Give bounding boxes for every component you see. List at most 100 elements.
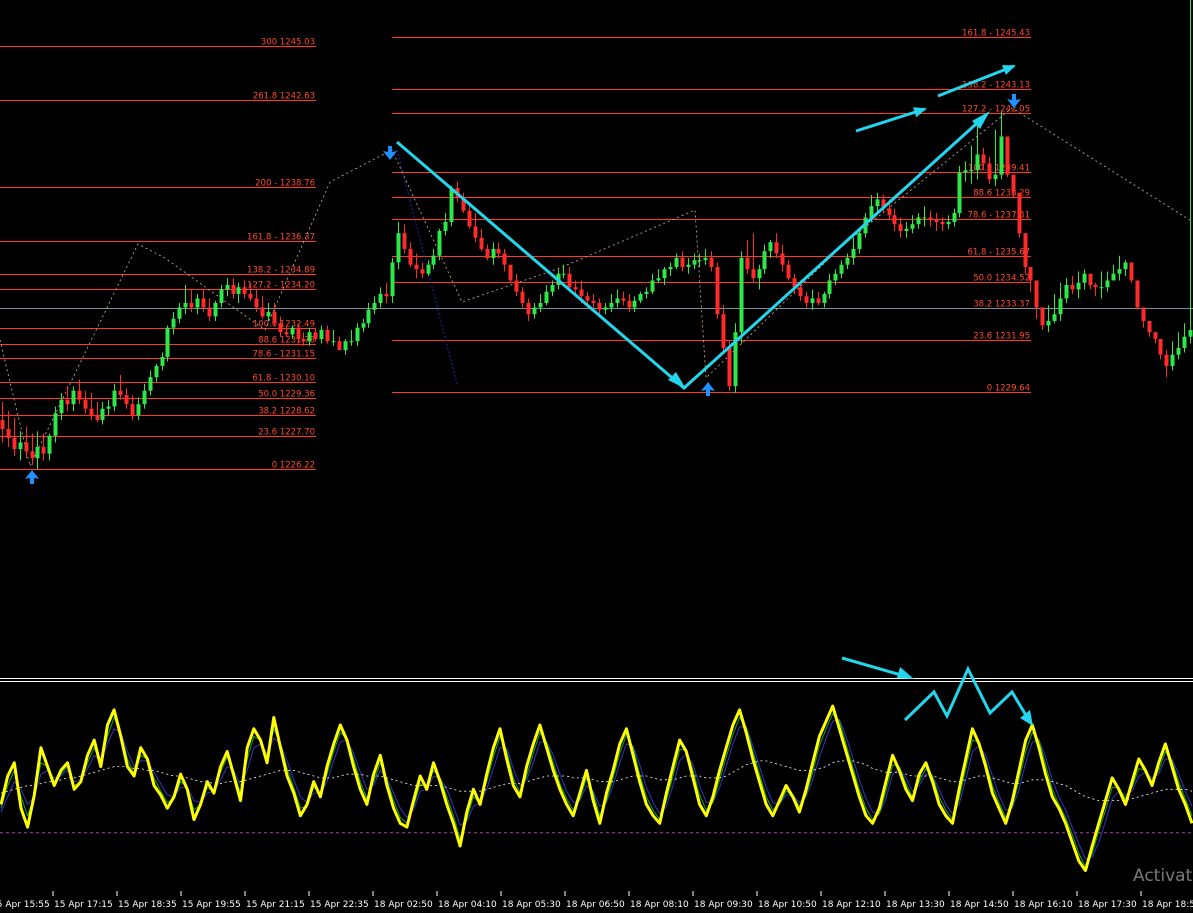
- fib-label: 78.6 - 1231.15: [252, 350, 315, 360]
- candle-body: [1105, 280, 1110, 288]
- candle: [449, 185, 454, 227]
- candle-body: [100, 408, 105, 420]
- candle-body: [751, 269, 756, 279]
- candle-body: [106, 406, 111, 409]
- candle-body: [520, 291, 525, 303]
- candle-body: [47, 435, 52, 454]
- candle-body: [219, 289, 224, 303]
- candle-body: [1182, 336, 1187, 348]
- candle-body: [768, 242, 773, 252]
- candle-body: [1052, 314, 1057, 321]
- candle-body: [1088, 273, 1093, 285]
- fib-label: 300 1245.03: [261, 38, 315, 48]
- time-label: 18 Apr 13:30: [886, 900, 945, 910]
- candle-body: [993, 174, 998, 180]
- fib-label: 23.6 1231.95: [973, 332, 1030, 342]
- candle-body: [160, 356, 165, 366]
- candle-body: [674, 257, 679, 267]
- candle-body: [963, 170, 968, 173]
- candle-body: [467, 210, 472, 227]
- candle-body: [662, 269, 667, 279]
- candle-body: [248, 293, 253, 299]
- candle-body: [827, 280, 832, 294]
- time-label: 18 Apr 06:50: [566, 900, 625, 910]
- candle-body: [745, 257, 750, 270]
- time-label: 15 Apr 22:35: [310, 900, 369, 910]
- candle-body: [118, 390, 123, 396]
- candle-body: [875, 199, 880, 207]
- candle-body: [567, 273, 572, 288]
- candle-body: [65, 399, 70, 405]
- candle-body: [1005, 136, 1010, 175]
- candle: [715, 262, 720, 319]
- candle-body: [378, 293, 383, 303]
- candle-body: [1188, 329, 1193, 337]
- candle-body: [331, 341, 336, 343]
- candle-body: [715, 266, 720, 315]
- candle-body: [561, 273, 566, 275]
- fib-label: 161.8 - 1245.43: [962, 29, 1030, 39]
- candle-body: [225, 284, 230, 290]
- candle-body: [307, 332, 312, 342]
- candle-body: [361, 323, 366, 328]
- candle-body: [780, 253, 785, 265]
- chart-canvas: 300 1245.03 261.8 1242.63 200 - 1238.76 161…: [0, 0, 1193, 913]
- candle-body: [195, 298, 200, 308]
- fib-label: 161.8 - 1236.37: [247, 233, 315, 243]
- candle-body: [337, 341, 342, 351]
- candle-body: [1135, 280, 1140, 308]
- candle-body: [526, 302, 531, 315]
- candle-body: [597, 302, 602, 310]
- candle-body: [201, 298, 206, 308]
- fib-label: 88.6 1231.78: [258, 336, 315, 346]
- candle-body: [485, 248, 490, 258]
- time-label: 18 Apr 17:30: [1078, 900, 1137, 910]
- candle-body: [1034, 280, 1039, 308]
- candle: [957, 165, 962, 218]
- candle-body: [502, 253, 507, 265]
- candle-body: [41, 446, 46, 454]
- candle-body: [798, 287, 803, 297]
- candle-body: [426, 264, 431, 274]
- candle-body: [189, 302, 194, 308]
- candle-body: [1170, 354, 1175, 366]
- candle-body: [124, 395, 129, 405]
- candle-body: [12, 437, 17, 450]
- candle-body: [709, 257, 714, 267]
- candle-body: [1153, 332, 1158, 339]
- candle-body: [544, 291, 549, 303]
- time-label: 18 Apr 12:10: [822, 900, 881, 910]
- candle-body: [975, 154, 980, 171]
- candle-body: [443, 221, 448, 231]
- candle-body: [408, 248, 413, 265]
- candle: [1005, 136, 1010, 177]
- candle-body: [213, 302, 218, 317]
- candle-body: [952, 212, 957, 222]
- candle-body: [260, 307, 265, 317]
- candle-body: [786, 264, 791, 279]
- candle: [733, 323, 738, 393]
- candle-body: [1176, 347, 1181, 355]
- candle-body: [355, 327, 360, 342]
- candle-body: [656, 278, 661, 281]
- candle-body: [112, 390, 117, 407]
- candle-body: [207, 307, 212, 317]
- time-label: 15 Apr 21:15: [246, 900, 305, 910]
- candle-body: [496, 248, 501, 254]
- candle-body: [1117, 269, 1122, 274]
- candle-body: [845, 257, 850, 265]
- candle-body: [822, 293, 827, 303]
- candle-body: [969, 170, 974, 172]
- candle-body: [1076, 282, 1081, 290]
- candle-body: [6, 428, 11, 438]
- candle-body: [284, 332, 289, 335]
- candle: [390, 257, 395, 303]
- candle-body: [609, 302, 614, 308]
- candle-body: [591, 300, 596, 303]
- candle: [1017, 192, 1022, 238]
- candle: [739, 251, 744, 344]
- candle-body: [296, 327, 301, 339]
- candle-body: [254, 298, 259, 308]
- candle-body: [1141, 307, 1146, 321]
- candle-body: [739, 257, 744, 333]
